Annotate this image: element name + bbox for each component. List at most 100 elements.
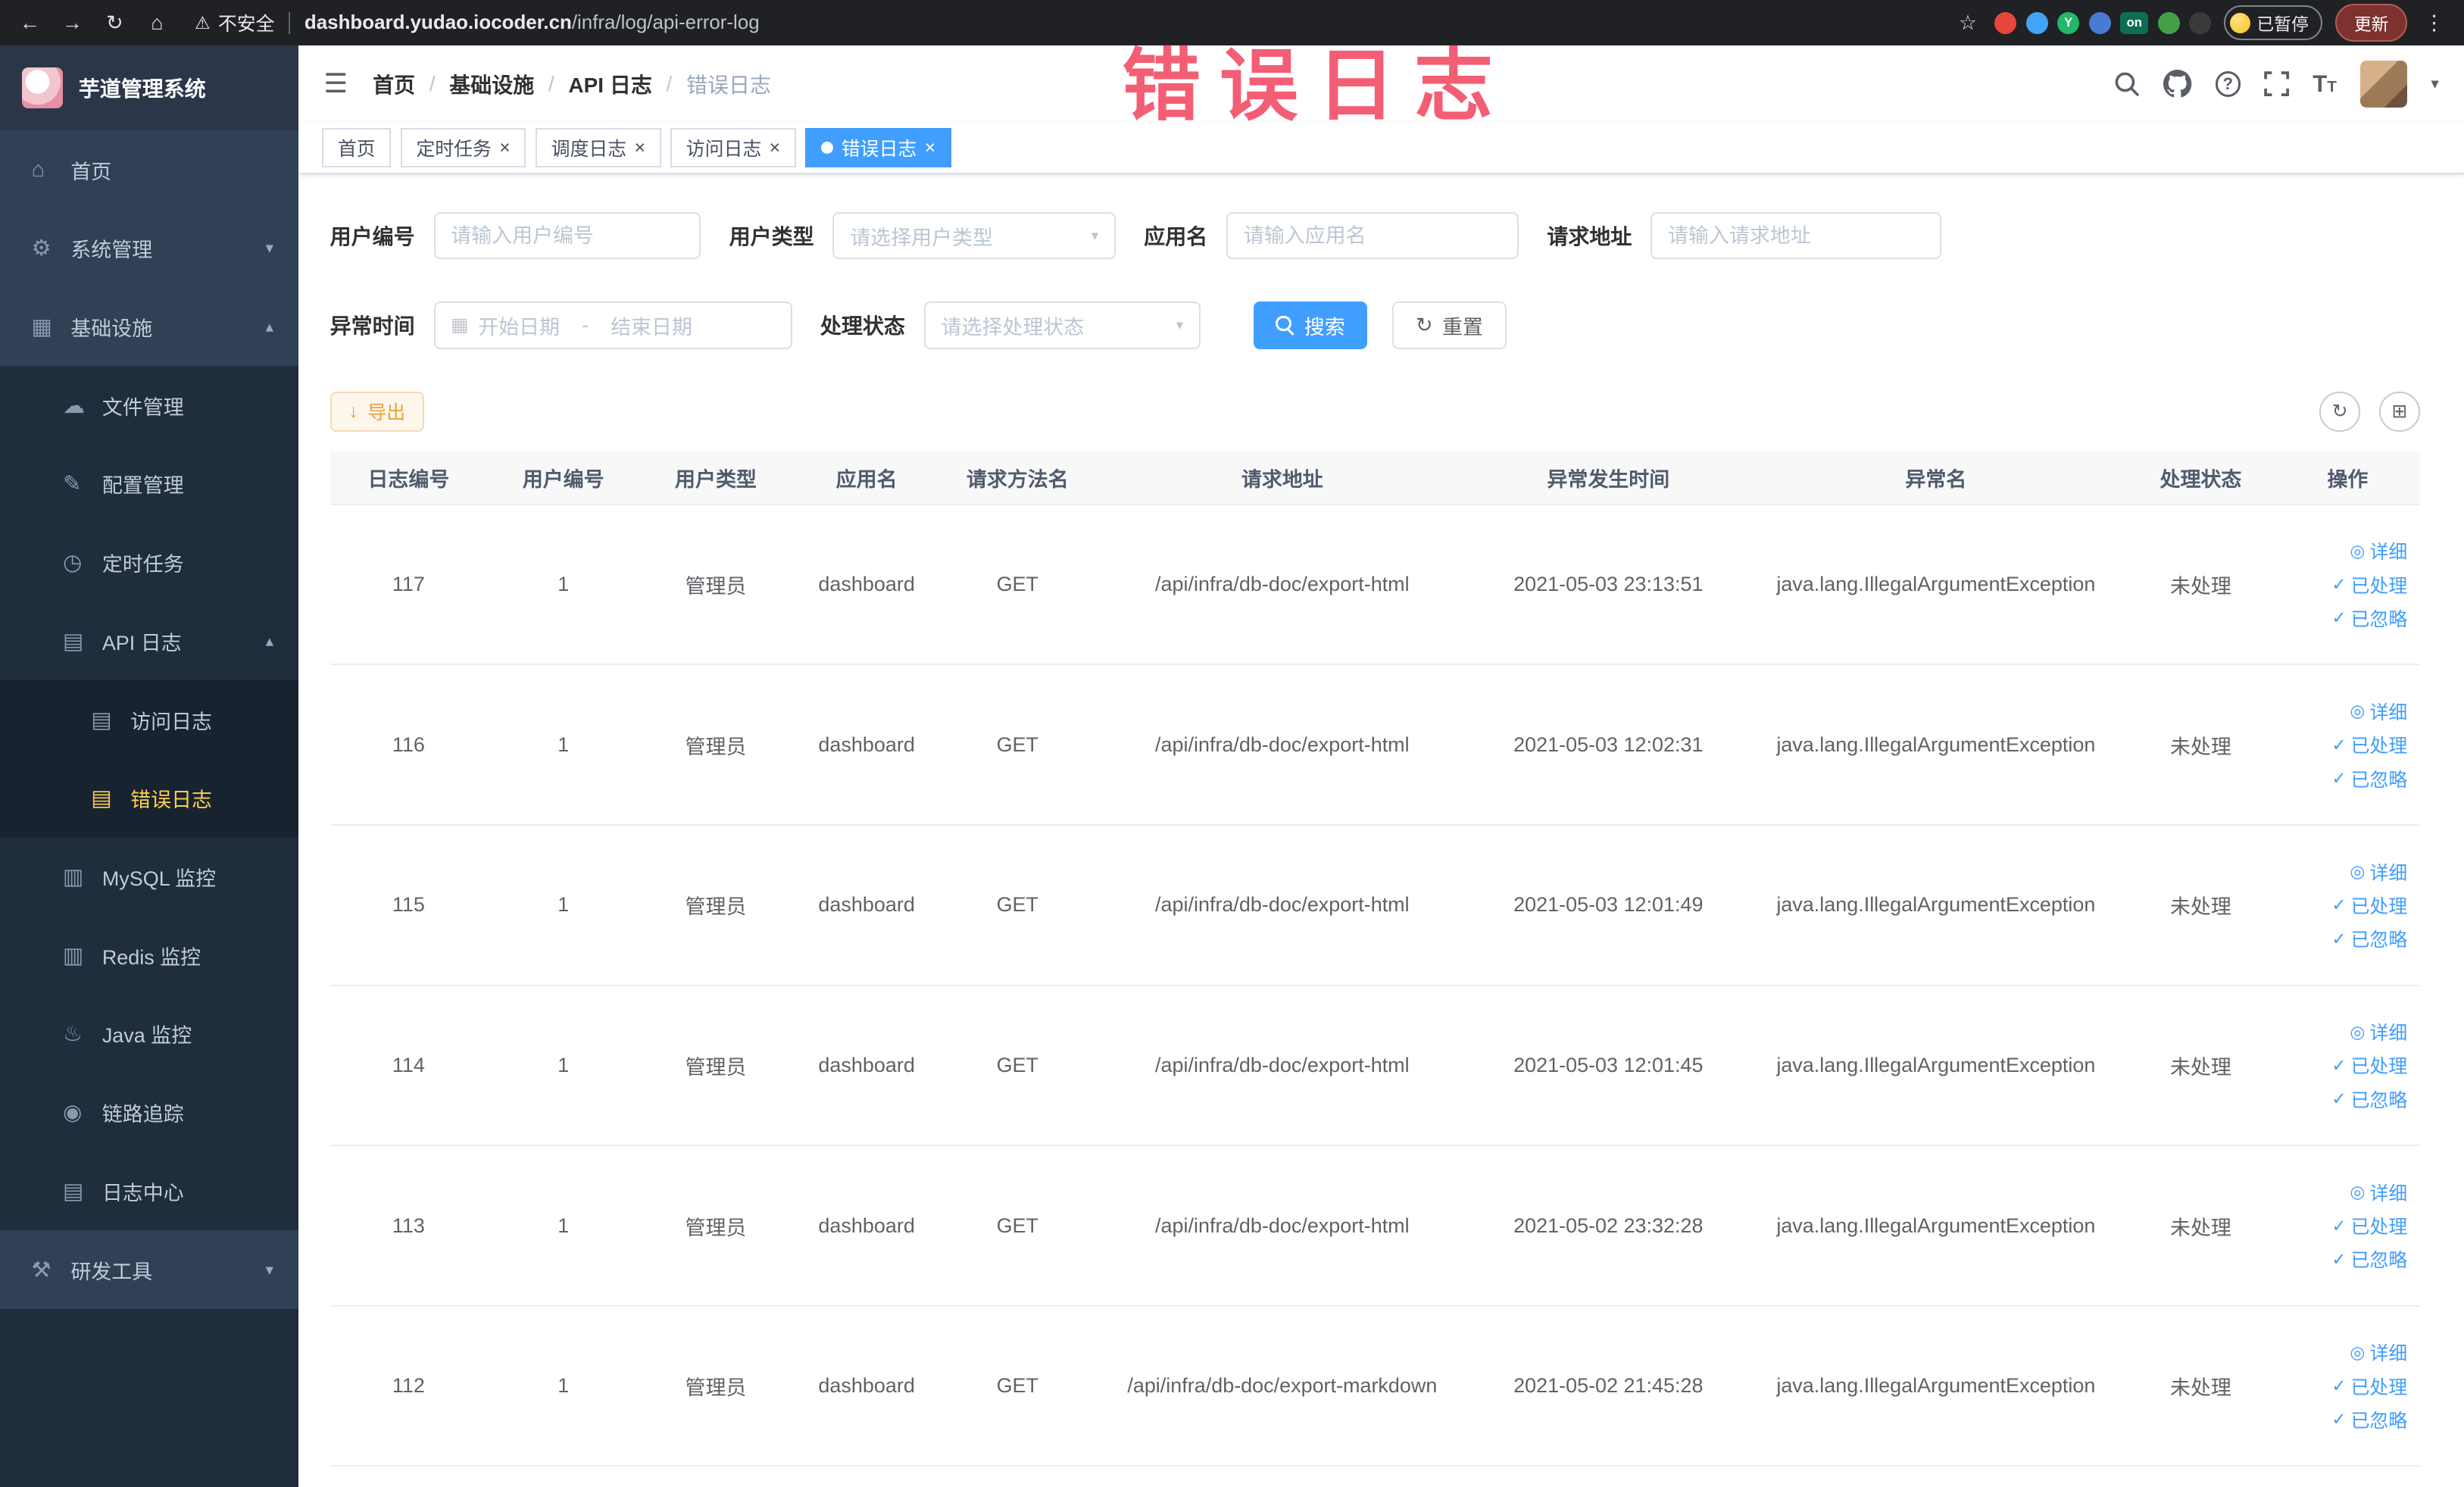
bookmark-star-icon[interactable]: ☆: [1953, 11, 1982, 35]
chevron-down-icon: ▾: [265, 239, 273, 258]
sidebar-toggle-icon[interactable]: ☰: [323, 68, 348, 99]
tab-scheduled-tasks[interactable]: 定时任务 ×: [400, 128, 526, 167]
tab-close-icon[interactable]: ×: [770, 138, 781, 158]
op-ignored-link[interactable]: ✓ 已忽略: [2331, 1406, 2407, 1433]
export-button[interactable]: ↓ 导出: [329, 391, 424, 433]
request-url-input-wrap: [1650, 212, 1942, 260]
sidebar-item-scheduled-tasks[interactable]: ◷ 定时任务: [0, 523, 299, 602]
chevron-down-icon[interactable]: ▾: [2431, 74, 2438, 93]
forward-icon[interactable]: →: [58, 11, 86, 35]
sidebar-item-redis-monitor[interactable]: ▥ Redis 监控: [0, 916, 299, 995]
user-type-select[interactable]: 请选择用户类型 ▾: [832, 212, 1116, 260]
tab-close-icon[interactable]: ×: [634, 138, 645, 158]
browser-menu-icon[interactable]: ⋮: [2420, 11, 2448, 35]
export-button-label: 导出: [367, 402, 406, 424]
on-badge-extension-icon[interactable]: on: [2120, 11, 2149, 34]
sidebar-item-error-log[interactable]: ▤ 错误日志: [0, 758, 299, 838]
font-size-icon[interactable]: TT: [2313, 70, 2337, 98]
security-indicator[interactable]: ⚠ 不安全: [195, 9, 274, 36]
green-leaf-extension-icon[interactable]: [2157, 11, 2180, 34]
op-detail-link[interactable]: ◎ 详细: [2350, 698, 2407, 725]
sidebar-item-java-monitor[interactable]: ♨ Java 监控: [0, 995, 299, 1073]
process-status-select[interactable]: 请选择处理状态 ▾: [923, 301, 1201, 349]
github-icon[interactable]: [2163, 70, 2192, 98]
tab-error-log[interactable]: 错误日志 ×: [805, 128, 951, 167]
avatar[interactable]: [2360, 60, 2408, 108]
search-button[interactable]: 搜索: [1254, 301, 1367, 349]
sidebar-item-dev-tools[interactable]: ⚒ 研发工具 ▾: [0, 1230, 299, 1309]
breadcrumb-item[interactable]: API 日志: [568, 69, 651, 99]
cell-time: 2021-05-02 23:32:28: [1470, 1145, 1746, 1307]
op-ignored-link[interactable]: ✓ 已忽略: [2331, 1086, 2407, 1113]
op-detail-link[interactable]: ◎ 详细: [2350, 1339, 2407, 1366]
op-processed-link[interactable]: ✓ 已处理: [2331, 571, 2407, 598]
reload-icon[interactable]: ↻: [101, 11, 129, 35]
op-detail-link[interactable]: ◎ 详细: [2350, 537, 2407, 564]
search-icon[interactable]: [2113, 70, 2140, 97]
sidebar-item-file-management[interactable]: ☁ 文件管理: [0, 366, 299, 445]
tab-label: 错误日志: [841, 139, 917, 161]
tab-close-icon[interactable]: ×: [925, 138, 936, 158]
blue-grid-extension-icon[interactable]: [2088, 11, 2111, 34]
breadcrumb-item[interactable]: 首页: [373, 69, 415, 99]
sidebar-item-home[interactable]: ⌂ 首页: [0, 130, 299, 209]
op-ignored-link[interactable]: ✓ 已忽略: [2331, 765, 2407, 792]
app-name-input[interactable]: [1243, 223, 1502, 248]
op-ignored-link[interactable]: ✓ 已忽略: [2331, 925, 2407, 952]
user-id-input[interactable]: [451, 223, 684, 248]
chevron-down-icon: ▾: [1176, 317, 1184, 333]
breadcrumb-separator: /: [548, 71, 554, 95]
op-detail-link[interactable]: ◎ 详细: [2350, 1018, 2407, 1045]
dark-paw-extension-icon[interactable]: [2189, 11, 2212, 34]
op-detail-link[interactable]: ◎ 详细: [2350, 1179, 2407, 1206]
sidebar-item-infrastructure[interactable]: ▦ 基础设施 ▴: [0, 287, 299, 367]
app-logo-row[interactable]: 芋道管理系统: [0, 45, 299, 131]
green-y-extension-icon[interactable]: Y: [2057, 11, 2080, 34]
op-processed-link[interactable]: ✓ 已处理: [2331, 892, 2407, 919]
warning-icon: ⚠: [195, 12, 211, 33]
op-ignored-link[interactable]: ✓ 已忽略: [2331, 1245, 2407, 1273]
red-circle-extension-icon[interactable]: [1994, 11, 2017, 34]
tab-schedule-log[interactable]: 调度日志 ×: [535, 128, 661, 167]
screen: ← → ↻ ⌂ ⚠ 不安全 dashboard.yudao.iocoder.cn…: [0, 0, 2464, 1487]
breadcrumb-separator: /: [666, 71, 673, 95]
date-range-separator: -: [582, 313, 589, 336]
op-processed-link[interactable]: ✓ 已处理: [2331, 1212, 2407, 1239]
row-operations: ◎ 详细 ✓ 已处理 ✓ 已忽略: [2275, 698, 2420, 792]
annotation-error-log: 错误日志: [1122, 42, 1512, 130]
paused-extension-badge[interactable]: 已暂停: [2223, 5, 2323, 40]
sidebar-item-api-log[interactable]: ▤ API 日志 ▴: [0, 601, 299, 681]
back-icon[interactable]: ←: [16, 11, 44, 35]
sidebar-item-config-management[interactable]: ✎ 配置管理: [0, 445, 299, 523]
filter-label-process-status: 处理状态: [820, 314, 905, 339]
exception-time-range-picker[interactable]: ▦ 开始日期 - 结束日期: [433, 301, 792, 349]
op-processed-link[interactable]: ✓ 已处理: [2331, 1051, 2407, 1079]
blue-drop-extension-icon[interactable]: [2025, 11, 2048, 34]
fullscreen-icon[interactable]: [2264, 71, 2289, 97]
refresh-list-button[interactable]: ↻: [2319, 391, 2361, 433]
chevron-down-icon: ▾: [1091, 227, 1099, 244]
request-url-input[interactable]: [1667, 223, 1925, 248]
help-icon[interactable]: ?: [2215, 71, 2241, 97]
op-processed-link[interactable]: ✓ 已处理: [2331, 1373, 2407, 1400]
sidebar-item-label: 基础设施: [70, 317, 153, 340]
filter-label-app-name: 应用名: [1144, 225, 1208, 249]
sidebar-item-system-management[interactable]: ⚙ 系统管理 ▾: [0, 208, 299, 288]
sidebar-item-mysql-monitor[interactable]: ▥ MySQL 监控: [0, 837, 299, 917]
reset-button[interactable]: ↻ 重置: [1391, 301, 1507, 349]
column-settings-button[interactable]: ⊞: [2378, 391, 2420, 433]
sidebar-item-access-log[interactable]: ▤ 访问日志: [0, 680, 299, 759]
update-button[interactable]: 更新: [2335, 4, 2408, 42]
op-processed-link[interactable]: ✓ 已处理: [2331, 731, 2407, 758]
op-detail-link[interactable]: ◎ 详细: [2350, 858, 2407, 886]
column-header: 异常名: [1745, 451, 2126, 505]
sidebar-item-log-center[interactable]: ▤ 日志中心: [0, 1151, 299, 1231]
sidebar-item-trace[interactable]: ◉ 链路追踪: [0, 1073, 299, 1152]
tab-close-icon[interactable]: ×: [499, 138, 511, 158]
tab-home[interactable]: 首页: [322, 128, 392, 167]
sidebar-item-label: Java 监控: [101, 1024, 192, 1048]
op-ignored-link[interactable]: ✓ 已忽略: [2331, 604, 2407, 632]
browser-home-icon[interactable]: ⌂: [143, 11, 171, 35]
breadcrumb-item[interactable]: 基础设施: [449, 69, 534, 99]
tab-access-log[interactable]: 访问日志 ×: [670, 128, 796, 167]
